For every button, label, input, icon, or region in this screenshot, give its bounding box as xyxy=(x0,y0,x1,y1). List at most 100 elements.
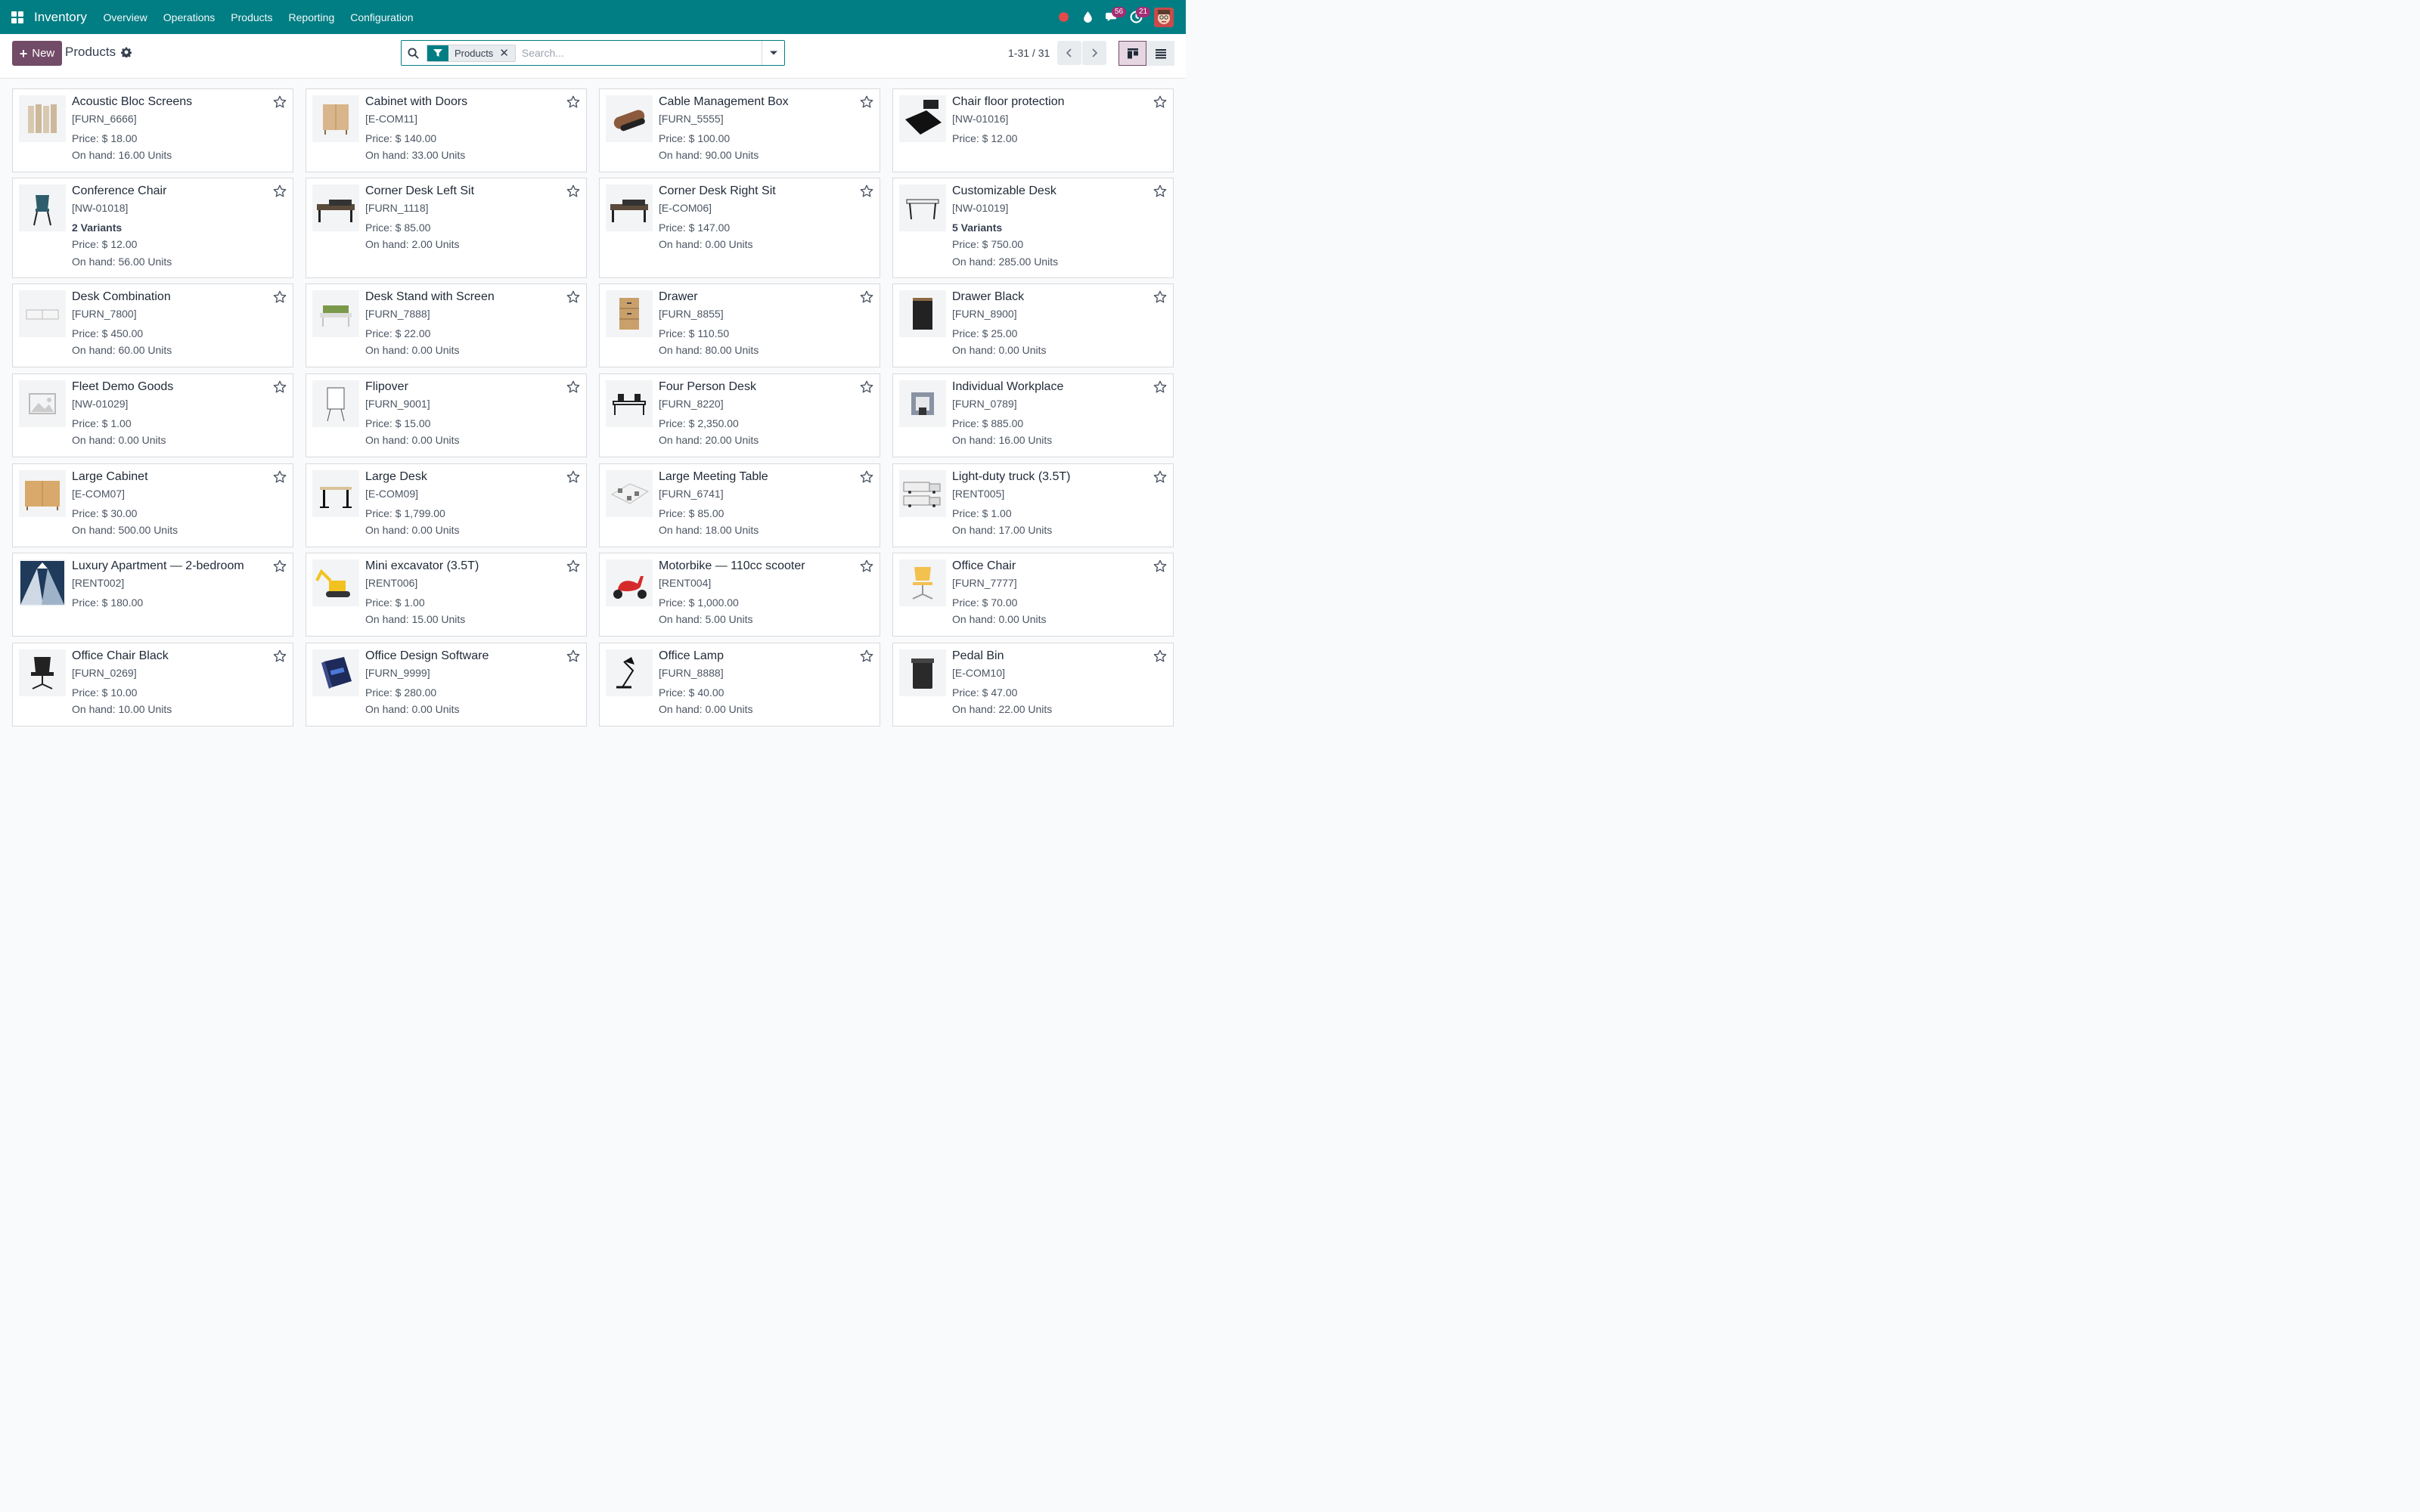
product-card[interactable]: Acoustic Bloc Screens [FURN_6666] Price: $… xyxy=(12,88,293,172)
pager-previous-button[interactable] xyxy=(1057,41,1081,65)
search-icon[interactable] xyxy=(402,47,424,59)
favorite-star-icon[interactable] xyxy=(860,95,873,109)
product-card[interactable]: Luxury Apartment — 2-bedroom [RENT002] Pri… xyxy=(12,553,293,637)
desk-combo-icon xyxy=(26,309,59,320)
product-card[interactable]: Cable Management Box [FURN_5555] Price: $ … xyxy=(599,88,880,172)
product-card[interactable]: Drawer [FURN_8855] Price: $ 110.50 On hand:… xyxy=(599,284,880,367)
favorite-star-icon[interactable] xyxy=(860,470,873,484)
product-card[interactable]: Large Desk [E-COM09] Price: $ 1,799.00 On h… xyxy=(306,463,587,547)
product-card[interactable]: Cabinet with Doors [E-COM11] Price: $ 140.… xyxy=(306,88,587,172)
facet-remove-icon[interactable]: ✕ xyxy=(499,46,515,60)
product-reference: [NW-01019] xyxy=(952,202,1009,214)
product-name: Individual Workplace xyxy=(952,380,1064,393)
product-card[interactable]: Customizable Desk [NW-01019] 5 Variants Pri… xyxy=(892,178,1174,278)
product-card[interactable]: Chair floor protection [NW-01016] Price: $… xyxy=(892,88,1174,172)
favorite-star-icon[interactable] xyxy=(273,380,287,394)
product-name: Drawer xyxy=(659,290,698,303)
menu-products[interactable]: Products xyxy=(223,11,281,23)
app-name[interactable]: Inventory xyxy=(34,10,87,25)
product-card[interactable]: Large Cabinet [E-COM07] Price: $ 30.00 On h… xyxy=(12,463,293,547)
search-input[interactable] xyxy=(515,47,762,59)
product-card[interactable]: Office Chair [FURN_7777] Price: $ 70.00 On … xyxy=(892,553,1174,637)
apps-menu-icon[interactable] xyxy=(0,0,34,34)
favorite-star-icon[interactable] xyxy=(273,290,287,304)
activities-clock-icon[interactable]: 21 xyxy=(1124,0,1151,34)
pager-next-button[interactable] xyxy=(1082,41,1106,65)
recording-dot-icon[interactable] xyxy=(1051,0,1075,34)
favorite-star-icon[interactable] xyxy=(860,184,873,198)
product-price: Price: $ 70.00 xyxy=(952,596,1018,609)
page-title: Products xyxy=(65,45,116,59)
new-button[interactable]: + New xyxy=(12,41,62,66)
product-card[interactable]: Flipover [FURN_9001] Price: $ 15.00 On hand… xyxy=(306,373,587,457)
menu-operations[interactable]: Operations xyxy=(155,11,222,23)
product-card[interactable]: Mini excavator (3.5T) [RENT006] Price: $ 1… xyxy=(306,553,587,637)
product-image xyxy=(312,559,359,606)
favorite-star-icon[interactable] xyxy=(1153,380,1167,394)
favorite-star-icon[interactable] xyxy=(1153,290,1167,304)
product-card[interactable]: Corner Desk Left Sit [FURN_1118] Price: $ … xyxy=(306,178,587,278)
product-on-hand: On hand: 15.00 Units xyxy=(365,613,466,625)
product-info: Pedal Bin [E-COM10] Price: $ 47.00 On hand:… xyxy=(952,648,1143,718)
large-desk-icon xyxy=(320,487,352,508)
product-reference: [FURN_7777] xyxy=(952,577,1017,589)
gear-icon[interactable] xyxy=(121,47,132,57)
favorite-star-icon[interactable] xyxy=(566,290,580,304)
kanban-view-button[interactable] xyxy=(1118,41,1146,66)
product-card[interactable]: Office Design Software [FURN_9999] Price: … xyxy=(306,643,587,727)
list-view-button[interactable] xyxy=(1146,41,1174,66)
product-card[interactable]: Large Meeting Table [FURN_6741] Price: $ 8… xyxy=(599,463,880,547)
favorite-star-icon[interactable] xyxy=(1153,649,1167,663)
product-card[interactable]: Light-duty truck (3.5T) [RENT005] Price: $… xyxy=(892,463,1174,547)
product-reference: [FURN_9999] xyxy=(365,667,430,679)
favorite-star-icon[interactable] xyxy=(566,559,580,573)
favorite-star-icon[interactable] xyxy=(860,649,873,663)
product-card[interactable]: Conference Chair [NW-01018] 2 Variants Pric… xyxy=(12,178,293,278)
product-name: Four Person Desk xyxy=(659,380,756,393)
favorite-star-icon[interactable] xyxy=(566,184,580,198)
favorite-star-icon[interactable] xyxy=(273,95,287,109)
product-reference: [FURN_8888] xyxy=(659,667,724,679)
favorite-star-icon[interactable] xyxy=(566,470,580,484)
menu-reporting[interactable]: Reporting xyxy=(281,11,343,23)
product-card[interactable]: Office Chair Black [FURN_0269] Price: $ 10… xyxy=(12,643,293,727)
favorite-star-icon[interactable] xyxy=(273,184,287,198)
product-card[interactable]: Pedal Bin [E-COM10] Price: $ 47.00 On hand:… xyxy=(892,643,1174,727)
menu-configuration[interactable]: Configuration xyxy=(343,11,421,23)
product-card[interactable]: Desk Combination [FURN_7800] Price: $ 450.… xyxy=(12,284,293,367)
favorite-star-icon[interactable] xyxy=(860,380,873,394)
search-options-toggle[interactable] xyxy=(762,41,784,65)
pager-value[interactable]: 1-31 / 31 xyxy=(1008,47,1050,59)
menu-overview[interactable]: Overview xyxy=(95,11,155,23)
table-icon xyxy=(906,199,939,220)
favorite-star-icon[interactable] xyxy=(566,649,580,663)
user-avatar[interactable] xyxy=(1154,7,1174,27)
favorite-star-icon[interactable] xyxy=(273,649,287,663)
product-on-hand: On hand: 0.00 Units xyxy=(365,703,460,715)
favorite-star-icon[interactable] xyxy=(273,559,287,573)
product-card[interactable]: Fleet Demo Goods [NW-01029] Price: $ 1.00 O… xyxy=(12,373,293,457)
desk-screen-icon xyxy=(320,305,352,327)
product-card[interactable]: Corner Desk Right Sit [E-COM06] Price: $ 1… xyxy=(599,178,880,278)
favorite-star-icon[interactable] xyxy=(1153,184,1167,198)
product-card[interactable]: Individual Workplace [FURN_0789] Price: $ … xyxy=(892,373,1174,457)
bin-icon xyxy=(911,658,934,689)
product-name: Large Cabinet xyxy=(72,470,148,483)
favorite-star-icon[interactable] xyxy=(860,559,873,573)
favorite-star-icon[interactable] xyxy=(860,290,873,304)
product-on-hand: On hand: 90.00 Units xyxy=(659,149,759,161)
messages-icon[interactable]: 56 xyxy=(1100,0,1127,34)
product-card[interactable]: Four Person Desk [FURN_8220] Price: $ 2,35… xyxy=(599,373,880,457)
kanban-icon xyxy=(1127,48,1138,58)
product-card[interactable]: Office Lamp [FURN_8888] Price: $ 40.00 On h… xyxy=(599,643,880,727)
favorite-star-icon[interactable] xyxy=(1153,470,1167,484)
favorite-star-icon[interactable] xyxy=(566,95,580,109)
drop-icon[interactable] xyxy=(1075,0,1100,34)
favorite-star-icon[interactable] xyxy=(1153,559,1167,573)
favorite-star-icon[interactable] xyxy=(273,470,287,484)
product-card[interactable]: Drawer Black [FURN_8900] Price: $ 25.00 On … xyxy=(892,284,1174,367)
product-card[interactable]: Motorbike — 110cc scooter [RENT004] Price:… xyxy=(599,553,880,637)
favorite-star-icon[interactable] xyxy=(566,380,580,394)
favorite-star-icon[interactable] xyxy=(1153,95,1167,109)
product-card[interactable]: Desk Stand with Screen [FURN_7888] Price: … xyxy=(306,284,587,367)
